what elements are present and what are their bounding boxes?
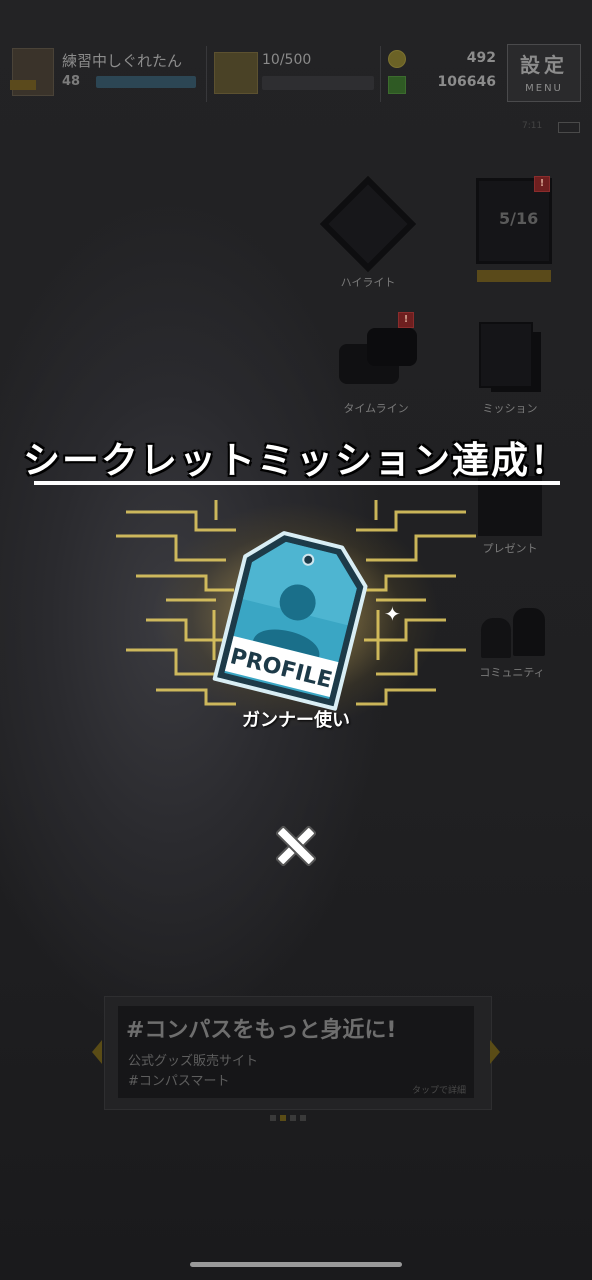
avatar-badge <box>10 80 36 90</box>
timeline-menu[interactable]: タイムライン <box>326 322 426 416</box>
menu-button-title: 設定 <box>520 53 568 77</box>
player-level: 48 <box>62 74 81 89</box>
player-name: 練習中しぐれたん <box>62 52 183 70</box>
highlight-icon <box>319 175 417 273</box>
pagination-dot <box>300 1115 306 1121</box>
divider <box>380 46 381 102</box>
timeline-alert-badge: ! <box>398 312 414 328</box>
home-indicator <box>190 1262 402 1267</box>
settings-menu-button[interactable]: 設定 MENU <box>507 44 581 102</box>
timeline-label: タイムライン <box>343 402 409 415</box>
coin-count: 492 <box>466 50 496 66</box>
card-progress-bar <box>477 270 551 282</box>
reward-name: ガンナー使い <box>242 710 350 731</box>
chat-icon <box>339 322 417 386</box>
document-icon <box>479 322 541 392</box>
promo-banner[interactable]: #コンパスをもっと身近に! 公式グッズ販売サイト #コンパスマート タップで詳細 <box>118 1006 474 1098</box>
point-count: 106646 <box>437 74 496 90</box>
coin-icon <box>388 50 406 68</box>
banner-credit: タップで詳細 <box>411 1086 466 1096</box>
divider <box>206 46 207 102</box>
banner-subtitle-2: #コンパスマート <box>128 1074 230 1089</box>
status-bar: 練習中しぐれたん 48 10/500 492 106646 設定 MENU <box>0 40 592 104</box>
banner-prev-arrow[interactable] <box>92 1040 102 1064</box>
banner-next-arrow[interactable] <box>490 1040 500 1064</box>
stamina-bar <box>262 76 374 90</box>
gem-icon <box>388 76 406 94</box>
xp-bar <box>96 76 196 88</box>
battery-icon <box>558 122 580 133</box>
banner-subtitle: 公式グッズ販売サイト <box>128 1054 259 1069</box>
pagination-dot <box>270 1115 276 1121</box>
pagination-dot <box>280 1115 286 1121</box>
banner-pagination <box>270 1106 310 1125</box>
menu-button-sub: MENU <box>525 83 563 94</box>
mission-label: ミッション <box>482 402 538 415</box>
highlight-label: ハイライト <box>340 276 396 289</box>
card-count: 5/16 <box>499 209 539 228</box>
pagination-dot <box>290 1115 296 1121</box>
mission-menu[interactable]: ミッション <box>470 322 550 416</box>
stamina-value: 10/500 <box>262 52 312 68</box>
sparkle-icon: ✦ <box>384 602 401 626</box>
time-label: 7:11 <box>522 121 543 131</box>
card-menu[interactable]: 5/16 <box>474 178 554 282</box>
rank-icon <box>214 52 258 94</box>
card-alert-badge: ! <box>534 176 550 192</box>
highlight-menu[interactable]: ハイライト <box>319 175 417 290</box>
close-button[interactable] <box>272 822 320 870</box>
banner-headline: #コンパスをもっと身近に! <box>126 1018 397 1043</box>
